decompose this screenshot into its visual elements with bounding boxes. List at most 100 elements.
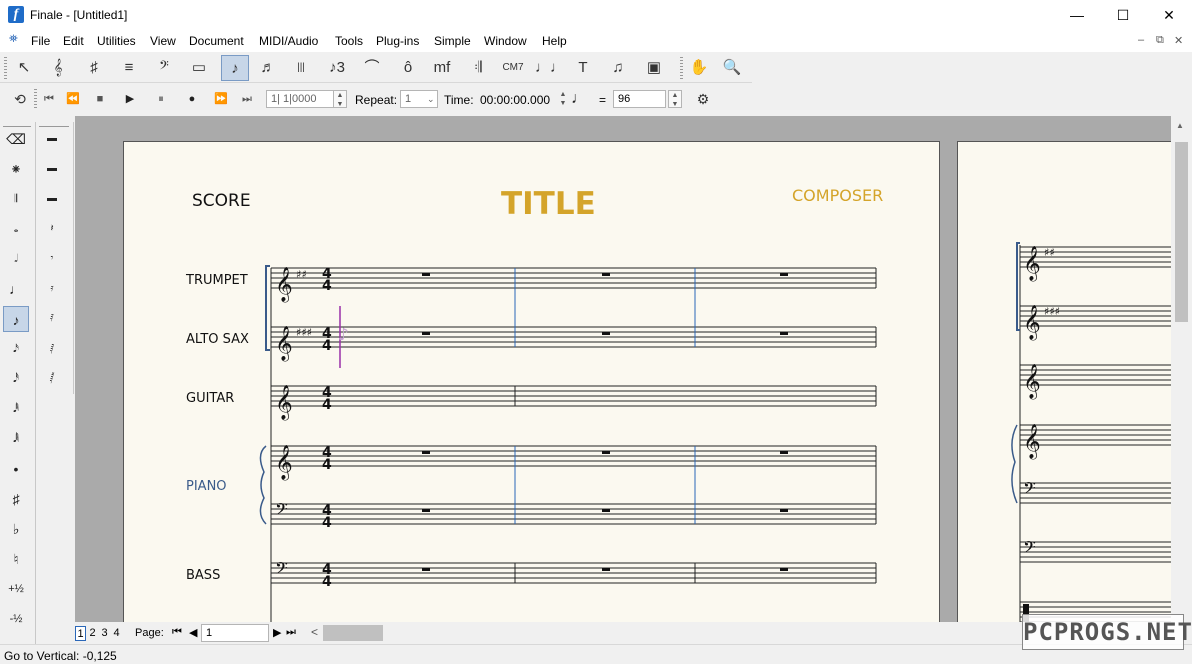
thirty-second-note[interactable]: 𝅘𝅥𝅰: [3, 366, 29, 392]
gear-icon[interactable]: ⚙: [692, 88, 714, 110]
mdi-close-button[interactable]: ✕: [1174, 34, 1183, 47]
ornament-tool[interactable]: ô: [394, 55, 422, 81]
menu-help[interactable]: Help: [542, 34, 567, 48]
mdi-restore-button[interactable]: ⧉: [1156, 34, 1164, 47]
page-tab-1[interactable]: 1: [75, 626, 86, 641]
sixteenth-rest[interactable]: 𝄿: [39, 276, 65, 302]
quarter-note[interactable]: ♩: [3, 276, 29, 302]
eighth-note[interactable]: ♪: [3, 306, 29, 332]
score-page-1[interactable]: SCORE TITLE COMPOSER TRUMPET ALTO SAX GU…: [123, 141, 940, 622]
half-step-down[interactable]: -½: [3, 606, 29, 632]
sixty-fourth-rest[interactable]: 𝅁: [39, 336, 65, 362]
tempo-field[interactable]: 96: [613, 90, 666, 108]
tempo-spinner[interactable]: ▲ ▼: [668, 90, 682, 108]
next-page-button[interactable]: ▶: [273, 626, 281, 639]
menu-simple[interactable]: Simple: [434, 34, 471, 48]
page-layout-tool[interactable]: ▣: [640, 55, 668, 81]
half-step-up[interactable]: +½: [3, 576, 29, 602]
document-icon[interactable]: ⛯: [9, 33, 21, 47]
measure-spinner[interactable]: ▲ ▼: [333, 90, 347, 108]
eighth-rest[interactable]: 𝄾: [39, 246, 65, 272]
stop-button[interactable]: ■: [89, 88, 111, 110]
speedy-entry-tool[interactable]: ♬: [254, 55, 282, 81]
scroll-up-icon[interactable]: ▲: [1176, 121, 1184, 130]
menu-document[interactable]: Document: [189, 34, 244, 48]
vertical-scroll-thumb[interactable]: [1175, 142, 1188, 322]
menu-utilities[interactable]: Utilities: [97, 34, 136, 48]
pause-button[interactable]: ⏸: [150, 88, 172, 110]
sixty-fourth-note[interactable]: 𝅘𝅥𝅱: [3, 396, 29, 422]
one-twenty-eighth-note[interactable]: 𝅘𝅥𝅲: [3, 426, 29, 452]
menu-window[interactable]: Window: [484, 34, 527, 48]
one-twenty-eighth-rest[interactable]: 𝅂: [39, 366, 65, 392]
sharp-tool[interactable]: ♯: [3, 486, 29, 512]
dot-tool[interactable]: •: [3, 456, 29, 482]
quarter-rest[interactable]: 𝄽: [39, 216, 65, 242]
tempo-note-icon[interactable]: ♩: [568, 88, 590, 110]
hand-grabber-tool[interactable]: ✋: [685, 55, 713, 81]
half-note[interactable]: 𝅗𝅥: [3, 246, 29, 272]
staff-tool[interactable]: 𝄞: [44, 55, 72, 81]
rest-tool[interactable]: 𝄂: [3, 186, 29, 212]
toolbar-grip[interactable]: [4, 57, 7, 79]
chord-tool[interactable]: CM7: [499, 55, 527, 81]
menu-edit[interactable]: Edit: [63, 34, 84, 48]
mdi-minimize-button[interactable]: –: [1138, 34, 1144, 46]
close-button[interactable]: ✕: [1146, 0, 1192, 30]
half-rest[interactable]: ▬: [39, 156, 65, 182]
end-button[interactable]: ⏭: [236, 88, 258, 110]
flat-tool[interactable]: ♭: [3, 516, 29, 542]
first-page-button[interactable]: ⏮: [172, 626, 182, 639]
clef-tool[interactable]: 𝄢: [150, 55, 178, 81]
fast-forward-button[interactable]: ⏩: [210, 88, 232, 110]
menu-file[interactable]: File: [31, 34, 50, 48]
whole-note[interactable]: 𝅝: [3, 216, 29, 242]
horizontal-scroll-thumb[interactable]: [323, 625, 383, 641]
scroll-left-icon[interactable]: <: [311, 625, 318, 639]
menu-plug-ins[interactable]: Plug-ins: [376, 34, 419, 48]
key-signature-tool[interactable]: ♯: [80, 55, 108, 81]
menu-midi-audio[interactable]: MIDI/Audio: [259, 34, 318, 48]
sixteenth-note[interactable]: 𝅘𝅥𝅯: [3, 336, 29, 362]
tie-tool[interactable]: ⁕: [3, 156, 29, 182]
text-tool[interactable]: T: [569, 55, 597, 81]
score-page-2[interactable]: 𝄞 ♯♯ 𝄞 ♯♯♯ 𝄞 𝄞 𝄢 𝄢: [957, 141, 1171, 622]
quarter-rest-alt[interactable]: ▬: [39, 186, 65, 212]
play-button[interactable]: ▶: [119, 88, 141, 110]
page-tab-4[interactable]: 4: [111, 626, 122, 641]
rewind-button[interactable]: ⏮: [38, 88, 60, 110]
toolbar-grip[interactable]: [34, 89, 37, 109]
vertical-scrollbar[interactable]: ▲: [1171, 116, 1192, 622]
measure-tool[interactable]: ▭: [185, 55, 213, 81]
time-signature-tool[interactable]: ≡: [115, 55, 143, 81]
tuplet-tool[interactable]: ♪3: [323, 55, 351, 81]
last-page-button[interactable]: ⏭: [286, 626, 296, 639]
simple-entry-tool[interactable]: ♪: [221, 55, 249, 81]
zoom-tool[interactable]: 🔍: [718, 55, 746, 81]
expression-tool[interactable]: mf: [428, 55, 456, 81]
measure-position-field[interactable]: 1| 1|0000: [266, 90, 334, 108]
menu-view[interactable]: View: [150, 34, 176, 48]
toolbar-grip[interactable]: [680, 57, 683, 79]
minimize-button[interactable]: —: [1054, 0, 1100, 30]
chevron-down-icon[interactable]: ⌄: [427, 94, 435, 105]
mirror-tool[interactable]: ♫: [604, 55, 632, 81]
previous-page-button[interactable]: ◀: [189, 626, 197, 639]
articulation-tool[interactable]: |||: [287, 55, 315, 81]
fast-back-button[interactable]: ⏪: [62, 88, 84, 110]
page-tab-2[interactable]: 2: [87, 626, 98, 641]
eraser-tool[interactable]: ⌫: [3, 126, 29, 152]
page-number-field[interactable]: 1: [201, 624, 269, 642]
record-button[interactable]: ●: [181, 88, 203, 110]
page-tab-3[interactable]: 3: [99, 626, 110, 641]
lyrics-tool[interactable]: ♩♩: [535, 55, 565, 81]
whole-rest[interactable]: ▬: [39, 126, 65, 152]
smart-shape-tool[interactable]: ⌒: [358, 55, 386, 81]
natural-tool[interactable]: ♮: [3, 546, 29, 572]
thirty-second-rest[interactable]: 𝅀: [39, 306, 65, 332]
selection-tool[interactable]: ↖: [10, 55, 38, 81]
loop-icon[interactable]: ⟲: [9, 88, 31, 110]
maximize-button[interactable]: ☐: [1100, 0, 1146, 30]
repeat-tool[interactable]: 𝄇: [464, 55, 492, 81]
menu-tools[interactable]: Tools: [335, 34, 363, 48]
